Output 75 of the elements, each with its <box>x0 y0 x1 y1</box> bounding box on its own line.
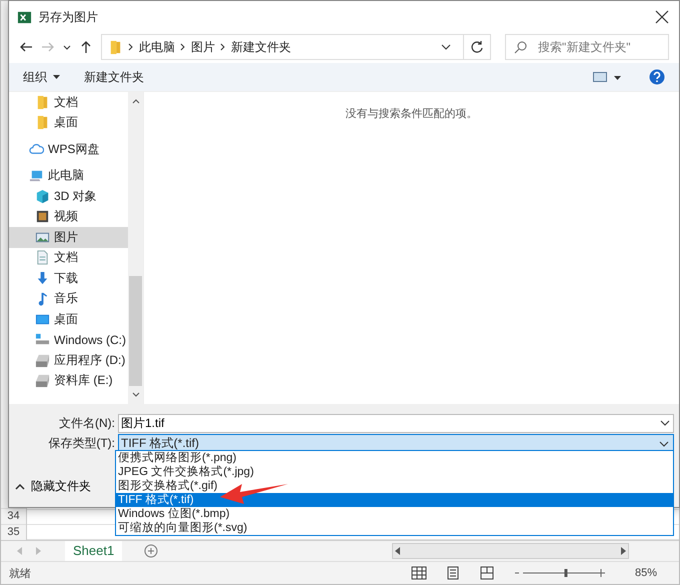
search-field[interactable]: 搜索"新建文件夹" <box>505 34 669 60</box>
cube-icon <box>35 188 50 204</box>
sidebar-item[interactable]: 图片 <box>9 227 128 248</box>
search-icon <box>514 40 528 54</box>
sidebar-item[interactable]: 文档 <box>9 248 128 268</box>
sidebar-item[interactable]: 3D 对象 <box>9 186 128 206</box>
dropdown-option[interactable]: TIFF 格式(*.tif) <box>116 493 673 507</box>
cloud-icon <box>29 142 44 157</box>
close-icon[interactable] <box>655 10 669 24</box>
sidebar-item[interactable]: Windows (C:) <box>9 330 128 350</box>
chevron-icon <box>219 43 227 51</box>
hide-folders-button[interactable]: 隐藏文件夹 <box>15 478 91 495</box>
breadcrumb[interactable]: 新建文件夹 <box>231 38 291 56</box>
folder-icon <box>108 40 123 54</box>
sidebar-item[interactable]: 音乐 <box>9 288 128 309</box>
add-sheet-icon[interactable] <box>144 544 158 558</box>
new-folder-button[interactable]: 新建文件夹 <box>84 68 144 86</box>
pointer-arrow <box>220 482 288 504</box>
folder-icon <box>35 94 50 110</box>
dropdown-icon <box>659 438 669 448</box>
folder-icon <box>35 115 50 130</box>
drive-icon <box>35 352 50 368</box>
status-text: 就绪 <box>9 566 31 580</box>
slider-thumb[interactable] <box>564 569 568 577</box>
dropdown-option[interactable]: JPEG 文件交换格式(*.jpg) <box>116 465 673 479</box>
sidebar-item[interactable]: 视频 <box>9 206 128 227</box>
view-options-icon[interactable] <box>593 71 621 83</box>
chevron-icon <box>127 43 135 51</box>
window-title: 另存为图片 <box>38 8 98 26</box>
up-icon[interactable] <box>79 40 93 54</box>
dropdown-option[interactable]: 图形交换格式(*.gif) <box>116 479 673 493</box>
sidebar-item[interactable]: WPS网盘 <box>9 139 128 160</box>
page-layout-icon[interactable] <box>444 566 461 580</box>
film-icon <box>35 209 50 224</box>
empty-message: 没有与搜索条件匹配的项。 <box>346 106 478 122</box>
sheet-tab[interactable]: Sheet1 <box>65 541 122 561</box>
caret-icon <box>53 75 60 79</box>
download-icon <box>35 270 50 286</box>
field-label: 保存类型(T): <box>47 435 116 452</box>
sidebar-item[interactable]: 此电脑 <box>9 166 128 186</box>
sidebar-item[interactable]: 应用程序 (D:) <box>9 350 128 370</box>
back-icon[interactable] <box>19 40 33 54</box>
recent-dropdown-icon[interactable] <box>63 43 71 51</box>
page-break-icon[interactable] <box>478 566 495 580</box>
caret-up-icon <box>15 484 25 490</box>
address-bar[interactable]: 此电脑 图片 新建文件夹 <box>101 34 491 60</box>
breadcrumb[interactable]: 此电脑 <box>139 38 175 56</box>
sidebar-item[interactable]: 文档 <box>9 92 128 112</box>
dropdown-option[interactable]: 可缩放的向量图形(*.svg) <box>116 521 673 535</box>
sidebar-item[interactable]: 桌面 <box>9 112 128 133</box>
zoom-slider[interactable] <box>514 568 605 578</box>
grid-view-icon[interactable] <box>410 566 427 580</box>
chevron-icon <box>179 43 187 51</box>
dropdown-icon[interactable] <box>660 418 670 428</box>
scroll-right-icon[interactable] <box>618 546 628 556</box>
sidebar-item[interactable]: 桌面 <box>9 309 128 330</box>
spreadsheet-app-icon <box>17 10 32 24</box>
breadcrumb[interactable]: 图片 <box>191 38 215 56</box>
computer-icon <box>29 168 44 184</box>
sidebar-item[interactable]: 下载 <box>9 268 128 288</box>
drive-icon <box>35 373 50 388</box>
scroll-left-icon[interactable] <box>393 546 403 556</box>
refresh-icon[interactable] <box>470 40 484 54</box>
field-label: 文件名(N): <box>58 415 116 432</box>
sidebar-item[interactable]: 资料库 (E:) <box>9 370 128 391</box>
dropdown-option[interactable]: 便携式网络图形(*.png) <box>116 451 673 465</box>
dropdown-option[interactable]: Windows 位图(*.bmp) <box>116 507 673 521</box>
organize-menu[interactable]: 组织 <box>23 68 60 86</box>
filename-field[interactable]: 图片1.tif <box>118 414 674 433</box>
vertical-scrollbar[interactable] <box>128 92 143 404</box>
document-icon <box>35 250 50 266</box>
help-icon[interactable] <box>649 69 665 85</box>
zoom-level: 85% <box>634 567 657 579</box>
dropdown-icon[interactable] <box>441 42 451 52</box>
horizontal-scrollbar[interactable] <box>392 543 629 559</box>
